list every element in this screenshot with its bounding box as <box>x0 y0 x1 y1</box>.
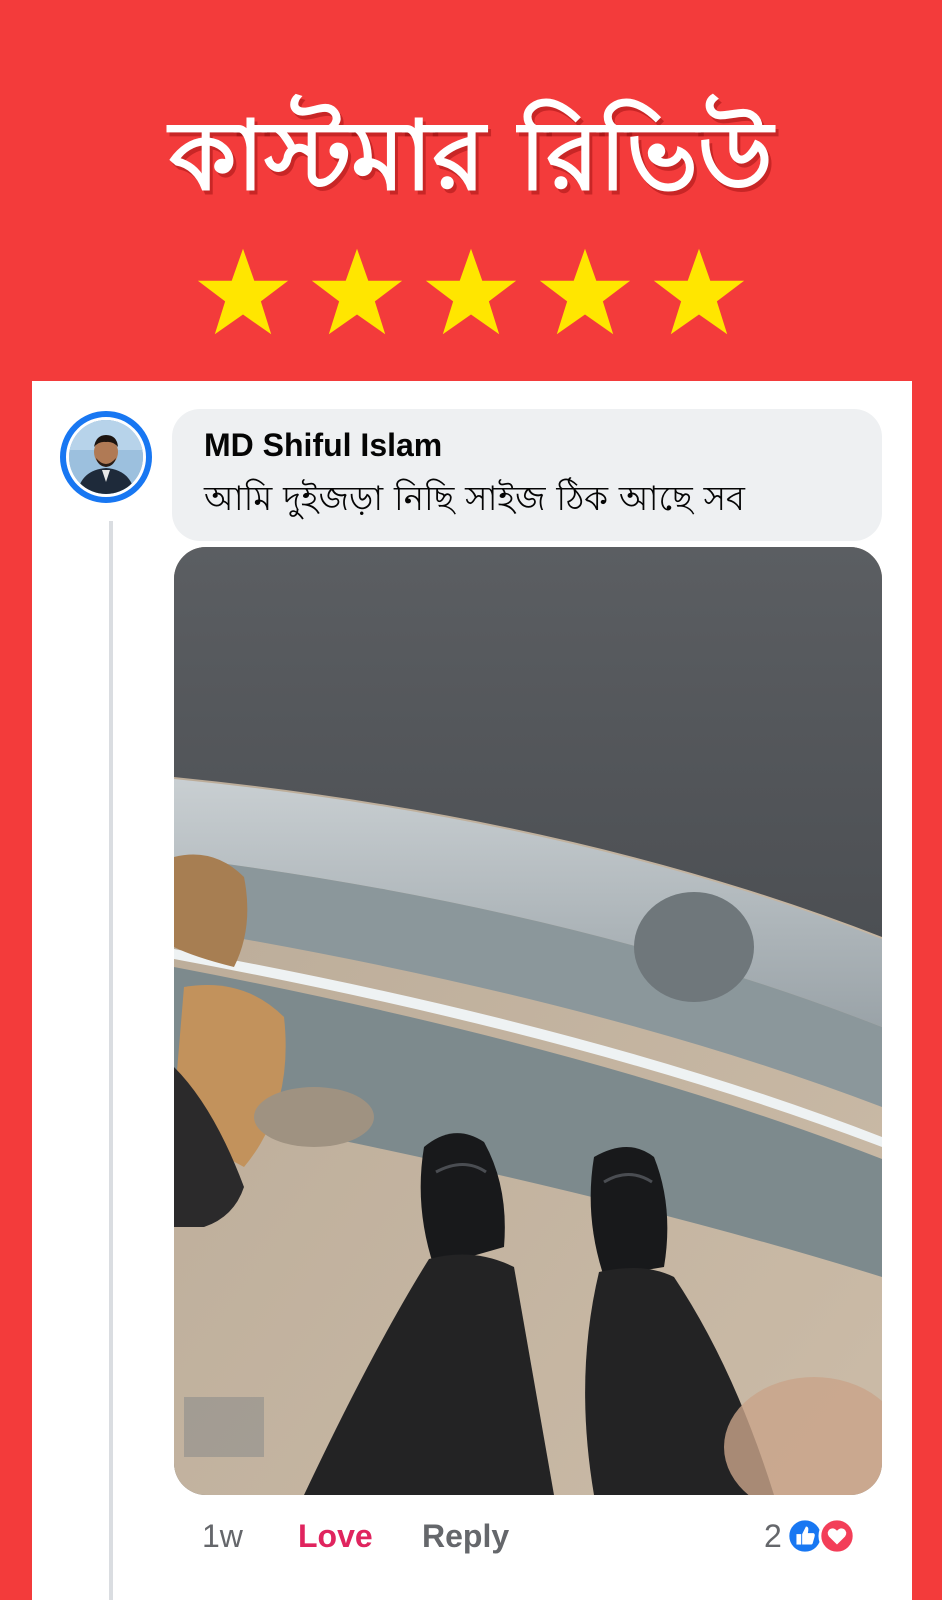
star-icon <box>539 248 631 335</box>
review-photo[interactable] <box>174 547 882 1495</box>
star-icon <box>425 248 517 335</box>
star-icon <box>311 248 403 335</box>
comment-text: আমি দুইজড়া নিছি সাইজ ঠিক আছে সব <box>204 479 745 519</box>
thread-line <box>109 521 113 1600</box>
author-name[interactable]: MD Shiful Islam <box>204 427 442 464</box>
comment-bubble: MD Shiful Islam আমি দুইজড়া নিছি সাইজ ঠি… <box>172 409 882 541</box>
timestamp[interactable]: 1w <box>202 1518 298 1555</box>
banner-title: কাস্টমার রিভিউ <box>169 100 773 212</box>
reaction-count: 2 <box>764 1517 782 1554</box>
shoes-photo <box>174 547 882 1495</box>
star-icon <box>653 248 745 335</box>
star-rating <box>0 246 942 346</box>
love-icon <box>818 1517 856 1555</box>
comment-actions: 1w Love Reply <box>202 1511 509 1561</box>
reaction-summary[interactable]: 2 <box>764 1511 856 1561</box>
star-icon <box>197 248 289 335</box>
profile-photo <box>69 420 143 494</box>
avatar[interactable] <box>60 411 152 503</box>
comment-card: MD Shiful Islam আমি দুইজড়া নিছি সাইজ ঠি… <box>32 381 912 1600</box>
reply-button[interactable]: Reply <box>422 1518 509 1555</box>
love-button[interactable]: Love <box>298 1518 422 1555</box>
